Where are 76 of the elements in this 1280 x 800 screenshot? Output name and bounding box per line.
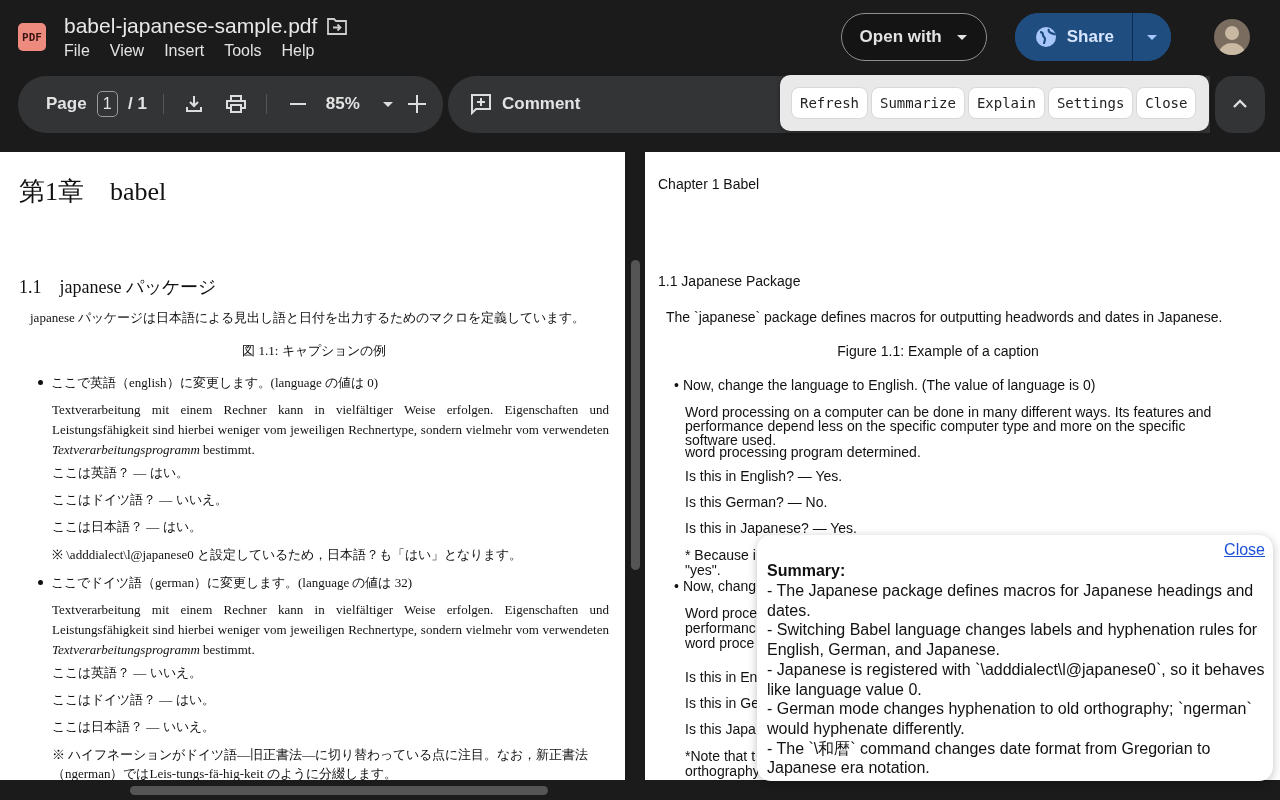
bullet-icon: • bbox=[674, 376, 679, 393]
summary-line: - Switching Babel language changes labels and hyphenation rules for English, German, and Japanese. bbox=[767, 620, 1259, 660]
answer-line: ここは英語？ — いいえ。 bbox=[51, 664, 203, 682]
bullet-text: Now, chang bbox=[682, 577, 757, 594]
paragraph: Is this in English? — Yes. bbox=[685, 467, 843, 485]
page-total: / 1 bbox=[128, 94, 147, 114]
paragraph: japanese パッケージは日本語による見出し語と日付を出力するためのマクロを定義しています。 bbox=[28, 309, 586, 327]
ai-toolbar-button[interactable]: Refresh bbox=[791, 87, 868, 119]
paragraph: Is this in Japanese? — Yes. bbox=[685, 519, 857, 537]
bullet-icon: • bbox=[674, 577, 679, 594]
bullet-text: Now, change the language to English. (The value of language is 0) bbox=[682, 376, 1096, 393]
bullet-icon bbox=[38, 580, 43, 585]
paragraph: "yes". bbox=[685, 562, 721, 577]
move-to-folder-icon[interactable] bbox=[327, 17, 348, 35]
page-number-field[interactable]: 1 bbox=[96, 91, 118, 117]
paragraph: *Note that t bbox=[685, 749, 756, 763]
menu-item[interactable]: View bbox=[109, 42, 145, 60]
answer-line: ここは英語？ — はい。 bbox=[51, 464, 190, 482]
add-comment-icon bbox=[470, 93, 492, 115]
paragraph: Is this in En bbox=[685, 669, 758, 686]
paragraph: Textverarbeitung mit einem Rechner kann in vielfältiger Weise erfolgen. Eigenschaften und Leistungsfähigkeit sind hierbei weniger vom jeweiligen Rechnertype, sondern vielmehr vom verwendeten Textverarbeitungsprogramm bestimmt. bbox=[51, 601, 609, 659]
bullet-text: ここで英語（english）に変更します。(language の値は 0) bbox=[51, 374, 379, 392]
answer-line: ここはドイツ語？ — はい。 bbox=[51, 691, 216, 709]
paragraph: Is this German? — No. bbox=[685, 493, 828, 511]
paragraph: performanc bbox=[685, 620, 756, 635]
paragraph: Word proce bbox=[685, 605, 758, 620]
summary-line: - The Japanese package defines macros for Japanese headings and dates. bbox=[767, 581, 1255, 621]
paragraph: * Because i bbox=[685, 547, 756, 562]
summary-line: - German mode changes hyphenation to old orthography; `ngerman` would hyphenate differently. bbox=[767, 699, 1253, 739]
bullet-text: ここでドイツ語（german）に変更します。(language の値は 32) bbox=[51, 574, 413, 592]
summary-line: - Japanese is registered with `\adddialect\l@japanese0`, so it behaves like language value 0. bbox=[767, 659, 1265, 700]
globe-icon bbox=[1034, 26, 1057, 48]
ai-toolbar-button[interactable]: Close bbox=[1136, 87, 1197, 119]
chevron-up-icon bbox=[1232, 99, 1248, 109]
note-text: ※ \adddialect\l@japanese0 と設定しているため，日本語？も「はい」となります。 bbox=[51, 546, 523, 564]
ai-toolbar-button[interactable]: Explain bbox=[967, 87, 1045, 119]
figure-caption: 図 1.1: キャプションの例 bbox=[241, 342, 387, 360]
summary-title: Summary: bbox=[767, 561, 847, 581]
horizontal-scrollbar-thumb[interactable] bbox=[130, 785, 548, 795]
paragraph: The `japanese` package defines macros for outputting headwords and dates in Japanese. bbox=[666, 308, 1223, 326]
open-with-button[interactable]: Open with bbox=[840, 13, 987, 61]
caret-icon bbox=[955, 33, 968, 41]
share-button[interactable]: Share bbox=[1014, 13, 1133, 61]
answer-line: ここは日本語？ — はい。 bbox=[51, 518, 203, 536]
answer-line: ここはドイツ語？ — いいえ。 bbox=[51, 491, 229, 509]
pdf-file-icon: PDF bbox=[18, 23, 46, 51]
paragraph: Is this Japa bbox=[685, 721, 756, 738]
ai-toolbar-button[interactable]: Summarize bbox=[871, 87, 965, 119]
vertical-scrollbar-thumb[interactable] bbox=[630, 260, 640, 570]
menu-item[interactable]: Tools bbox=[224, 42, 262, 60]
menu-item[interactable]: File bbox=[64, 42, 90, 60]
answer-line: ここは日本語？ — いいえ。 bbox=[51, 718, 216, 736]
note-text: ※ ハイフネーションがドイツ語—旧正書法—に切り替わっている点に注目。なお，新正書法（ngerman）ではLeis-tungs-fä-hig-keit のように分綴します。 bbox=[51, 746, 590, 780]
menu-item[interactable]: Help bbox=[281, 42, 315, 60]
paragraph: Word processing on a computer can be done in many different ways. Its features and performance depend less on the specific computer type and more on the specific software used. bbox=[685, 404, 1213, 447]
menu-item[interactable]: Insert bbox=[164, 42, 205, 60]
user-avatar[interactable] bbox=[1214, 19, 1250, 55]
bullet-icon bbox=[38, 380, 43, 385]
figure-caption: Figure 1.1: Example of a caption bbox=[836, 342, 1040, 360]
chapter-title: 第1章 babel bbox=[19, 176, 168, 208]
paragraph: word processing program determined. bbox=[685, 444, 921, 459]
section-title: 1.1 japanese パッケージ bbox=[19, 276, 217, 299]
summary-line: - The `\和暦` command changes date format from Gregorian to Japanese era notation. bbox=[767, 738, 1212, 779]
paragraph: Textverarbeitung mit einem Rechner kann in vielfältiger Weise erfolgen. Eigenschaften und Leistungsfähigkeit sind hierbei weniger vom jeweiligen Rechnertype, sondern vielmehr vom verwendeten Textverarbeitungsprogramm bestimmt. bbox=[51, 401, 609, 459]
chapter-title: Chapter 1 Babel bbox=[658, 175, 760, 193]
caret-icon bbox=[1146, 33, 1158, 41]
document-title: babel-japanese-sample.pdf bbox=[64, 14, 318, 38]
zoom-level: 85% bbox=[325, 94, 360, 114]
close-link[interactable]: Close bbox=[1224, 541, 1265, 559]
section-title: 1.1 Japanese Package bbox=[658, 272, 801, 290]
paragraph: word proce bbox=[685, 635, 755, 650]
page-label: Page bbox=[46, 94, 87, 114]
ai-toolbar-button[interactable]: Settings bbox=[1047, 87, 1134, 119]
paragraph: orthography bbox=[685, 764, 760, 778]
comment-button[interactable]: Comment bbox=[470, 93, 581, 115]
caret-icon bbox=[382, 100, 395, 108]
